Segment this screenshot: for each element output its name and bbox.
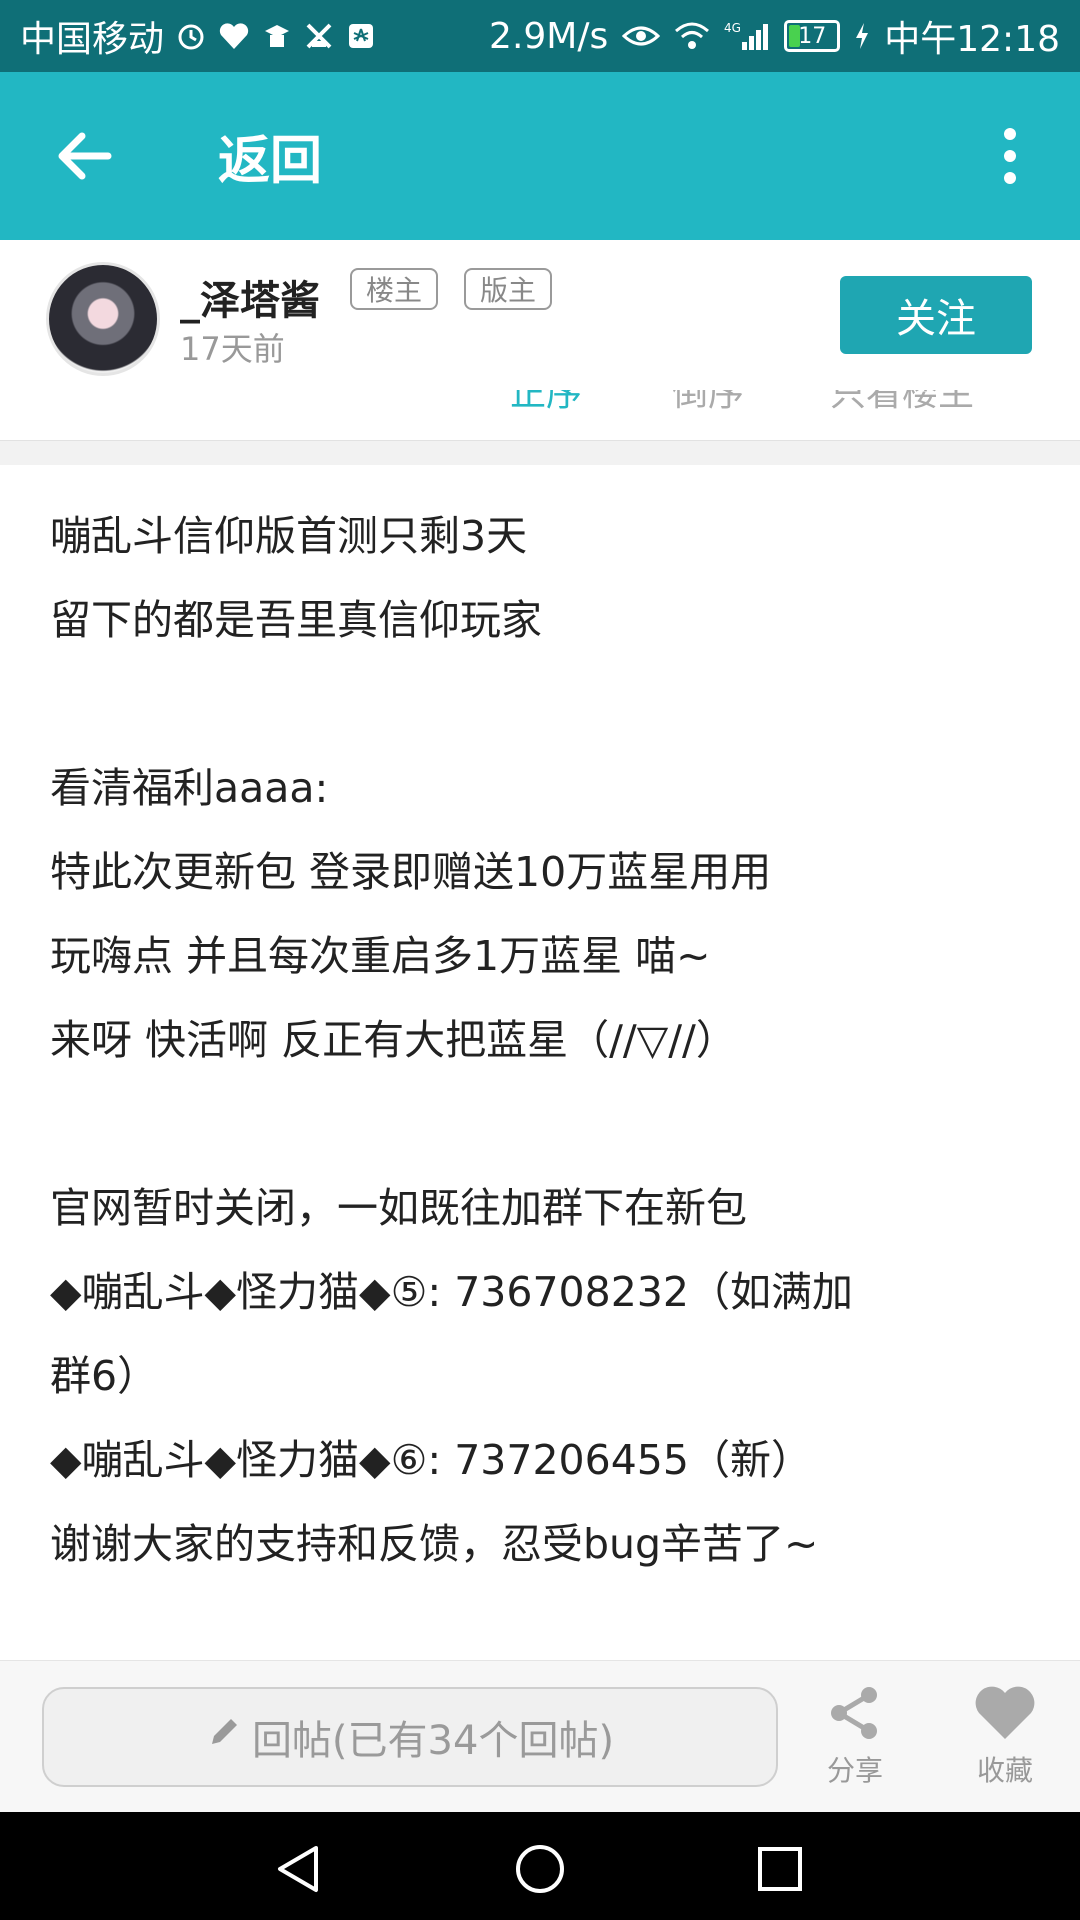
sort-descending-tab[interactable]: 倒序 [672,390,744,412]
more-options-icon[interactable] [998,121,1022,191]
sort-options-row: 正序 倒序 只看楼主 [0,390,1080,412]
follow-button[interactable]: 关注 [840,276,1032,354]
post-line: ◆嘣乱斗◆怪力猫◆⑥: 737206455（新） [50,1436,812,1484]
sort-ascending-tab[interactable]: 正序 [510,390,582,412]
heart-icon [945,1683,1065,1743]
clock: 中午12:18 [884,19,1060,60]
nav-home-icon[interactable] [513,1842,567,1896]
nav-recents-icon[interactable] [753,1842,807,1896]
post-line: 群6） [50,1352,159,1400]
pencil-icon [206,1714,242,1760]
signal-icon: 4G [724,20,770,52]
notification-app-icon-2 [304,21,334,51]
share-icon [795,1683,915,1743]
author-name[interactable]: _泽塔酱 [180,268,320,326]
reply-placeholder: 回帖(已有34个回帖) [251,1718,615,1764]
network-speed: 2.9M/s [489,15,609,57]
favorite-label: 收藏 [976,1754,1033,1787]
page-title[interactable]: 返回 [218,119,322,194]
battery-level: 17 [798,23,827,49]
post-line: 谢谢大家的支持和反馈，忍受bug辛苦了~ [50,1520,819,1568]
eye-comfort-icon [622,23,661,49]
post-line: 官网暂时关闭，一如既往加群下在新包 [50,1184,747,1232]
wifi-icon [674,21,710,51]
post-line: 来呀 快活啊 反正有大把蓝星（//▽//） [50,1016,737,1064]
post-line: 看清福利aaaa: [50,764,329,812]
huawei-icon [346,21,376,51]
battery-icon: 17 [784,20,841,52]
post-line: 嘣乱斗信仰版首测只剩3天 [50,512,528,560]
back-arrow-icon[interactable] [50,121,120,191]
post-line: ◆嘣乱斗◆怪力猫◆⑤: 736708232（如满加 [50,1268,853,1316]
reply-input[interactable]: 回帖(已有34个回帖) [42,1687,778,1787]
post-line: 留下的都是吾里真信仰玩家 [50,596,542,644]
avatar[interactable] [46,262,160,376]
op-badge: 楼主 [350,268,439,310]
post-line: 特此次更新包 登录即赠送10万蓝星用用 [50,848,772,896]
post-time: 17天前 [180,330,285,368]
carrier-label: 中国移动 [20,19,165,60]
moderator-badge: 版主 [464,268,553,310]
share-button[interactable]: 分享 [795,1683,915,1789]
share-label: 分享 [826,1754,883,1787]
status-bar: 中国移动 2.9M/s 4G 17 中午12:18 [0,0,1080,72]
alarm-icon [176,21,206,51]
nav-back-icon[interactable] [272,1842,326,1896]
bottom-action-bar: 回帖(已有34个回帖) 分享 收藏 [0,1660,1080,1813]
post-body: 嘣乱斗信仰版首测只剩3天 留下的都是吾里真信仰玩家 看清福利aaaa: 特此次更… [50,494,1040,1586]
favorite-button[interactable]: 收藏 [945,1683,1065,1789]
charging-icon [854,21,870,51]
post-author-header: _泽塔酱 楼主 版主 17天前 关注 正序 倒序 只看楼主 [0,240,1080,440]
notification-app-icon [262,21,292,51]
system-navigation-bar [0,1812,1080,1920]
app-bar: 返回 [0,72,1080,240]
network-type-label: 4G [724,21,741,35]
section-divider [0,440,1080,465]
post-line: 玩嗨点 并且每次重启多1万蓝星 喵~ [50,932,711,980]
health-icon [218,21,250,51]
only-op-tab[interactable]: 只看楼主 [830,390,974,412]
